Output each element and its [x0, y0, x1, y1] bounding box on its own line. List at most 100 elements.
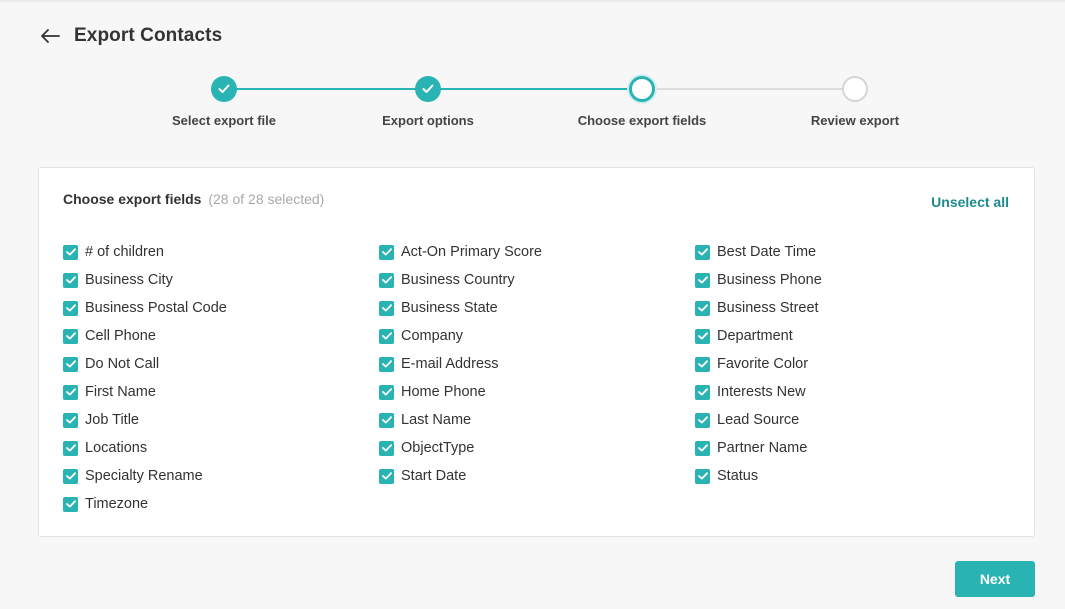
- checkbox-checked-icon[interactable]: [63, 300, 78, 316]
- field-checkbox-item[interactable]: Best Date Time: [695, 242, 816, 262]
- field-label: Business Country: [401, 272, 515, 288]
- field-checkbox-item[interactable]: ObjectType: [379, 438, 474, 458]
- field-checkbox-item[interactable]: Business State: [379, 298, 498, 318]
- checkmark-icon: [218, 84, 230, 93]
- field-checkbox-item[interactable]: Last Name: [379, 410, 471, 430]
- export-fields-panel: Choose export fields (28 of 28 selected)…: [38, 167, 1035, 537]
- field-checkbox-item[interactable]: Business Country: [379, 270, 515, 290]
- field-checkbox-item[interactable]: Status: [695, 466, 758, 486]
- field-checkbox-item[interactable]: First Name: [63, 382, 156, 402]
- field-checkbox-item[interactable]: Locations: [63, 438, 147, 458]
- page-title: Export Contacts: [74, 25, 223, 46]
- field-label: ObjectType: [401, 440, 475, 456]
- checkbox-checked-icon[interactable]: [63, 412, 78, 428]
- field-label: Interests New: [717, 384, 806, 400]
- field-label: E-mail Address: [401, 356, 499, 372]
- field-label: Last Name: [401, 412, 472, 428]
- checkbox-checked-icon[interactable]: [379, 468, 394, 484]
- field-checkbox-item[interactable]: Business Phone: [695, 270, 822, 290]
- checkbox-checked-icon[interactable]: [695, 244, 710, 260]
- field-label: Do Not Call: [85, 356, 160, 372]
- step-export-options[interactable]: Export options: [348, 74, 508, 128]
- field-checkbox-item[interactable]: Business City: [63, 270, 173, 290]
- checkbox-checked-icon[interactable]: [379, 384, 394, 400]
- checkbox-checked-icon[interactable]: [695, 384, 710, 400]
- field-checkbox-item[interactable]: Business Street: [695, 298, 819, 318]
- field-checkbox-item[interactable]: Lead Source: [695, 410, 799, 430]
- field-checkbox-item[interactable]: Favorite Color: [695, 354, 808, 374]
- checkbox-checked-icon[interactable]: [63, 468, 78, 484]
- checkbox-checked-icon[interactable]: [695, 412, 710, 428]
- top-divider: [0, 0, 1065, 2]
- step-review-export: Review export: [775, 74, 935, 128]
- checkbox-checked-icon[interactable]: [63, 496, 78, 512]
- step-label: Review export: [810, 113, 900, 128]
- field-checkbox-item[interactable]: Interests New: [695, 382, 806, 402]
- field-checkbox-item[interactable]: Do Not Call: [63, 354, 159, 374]
- step-pending-indicator: [842, 76, 868, 102]
- checkbox-checked-icon[interactable]: [695, 440, 710, 456]
- field-checkbox-item[interactable]: Department: [695, 326, 793, 346]
- field-label: Act-On Primary Score: [401, 244, 542, 260]
- checkbox-checked-icon[interactable]: [379, 300, 394, 316]
- arrow-left-icon: [41, 29, 60, 43]
- field-label: Status: [717, 468, 759, 484]
- checkbox-checked-icon[interactable]: [695, 328, 710, 344]
- field-label: Company: [401, 328, 464, 344]
- unselect-all-link[interactable]: Unselect all: [931, 194, 1009, 210]
- checkbox-checked-icon[interactable]: [63, 384, 78, 400]
- checkbox-checked-icon[interactable]: [379, 440, 394, 456]
- checkbox-checked-icon[interactable]: [379, 356, 394, 372]
- field-label: Job Title: [85, 412, 139, 428]
- field-label: Specialty Rename: [85, 468, 203, 484]
- field-label: Business Postal Code: [85, 300, 227, 316]
- back-button[interactable]: [38, 24, 62, 48]
- field-label: Timezone: [85, 496, 149, 512]
- field-label: Partner Name: [717, 440, 808, 456]
- field-checkbox-item[interactable]: Start Date: [379, 466, 466, 486]
- checkbox-checked-icon[interactable]: [63, 356, 78, 372]
- step-current-indicator: [629, 76, 655, 102]
- field-checkbox-item[interactable]: Partner Name: [695, 438, 807, 458]
- next-button[interactable]: Next: [955, 561, 1035, 597]
- checkbox-checked-icon[interactable]: [379, 328, 394, 344]
- field-checkbox-item[interactable]: Business Postal Code: [63, 298, 227, 318]
- field-checkbox-item[interactable]: Job Title: [63, 410, 139, 430]
- field-checkbox-item[interactable]: Company: [379, 326, 463, 346]
- checkbox-checked-icon[interactable]: [379, 412, 394, 428]
- field-checkbox-item[interactable]: Specialty Rename: [63, 466, 203, 486]
- field-label: Home Phone: [401, 384, 486, 400]
- field-label: Best Date Time: [717, 244, 817, 260]
- panel-heading: Choose export fields (28 of 28 selected): [63, 191, 324, 207]
- step-complete-indicator: [211, 76, 237, 102]
- field-label: Business Phone: [717, 272, 822, 288]
- step-select-export-file[interactable]: Select export file: [144, 74, 304, 128]
- field-checkbox-item[interactable]: E-mail Address: [379, 354, 499, 374]
- progress-stepper: Select export file Export options Choose…: [0, 74, 1065, 134]
- checkbox-checked-icon[interactable]: [379, 244, 394, 260]
- checkbox-checked-icon[interactable]: [695, 356, 710, 372]
- checkbox-checked-icon[interactable]: [63, 328, 78, 344]
- checkbox-checked-icon[interactable]: [379, 272, 394, 288]
- field-label: Favorite Color: [717, 356, 809, 372]
- field-label: Lead Source: [717, 412, 800, 428]
- checkbox-checked-icon[interactable]: [695, 272, 710, 288]
- field-label: Locations: [85, 440, 148, 456]
- step-complete-indicator: [415, 76, 441, 102]
- checkbox-checked-icon[interactable]: [63, 244, 78, 260]
- field-checkbox-item[interactable]: # of children: [63, 242, 164, 262]
- field-checkbox-item[interactable]: Act-On Primary Score: [379, 242, 542, 262]
- field-checkbox-item[interactable]: Cell Phone: [63, 326, 156, 346]
- checkbox-checked-icon[interactable]: [63, 440, 78, 456]
- field-label: # of children: [85, 244, 164, 260]
- field-checkbox-item[interactable]: Timezone: [63, 494, 148, 514]
- checkbox-checked-icon[interactable]: [695, 300, 710, 316]
- checkbox-checked-icon[interactable]: [63, 272, 78, 288]
- field-label: Business Street: [717, 300, 819, 316]
- step-choose-export-fields: Choose export fields: [562, 74, 722, 128]
- checkbox-checked-icon[interactable]: [695, 468, 710, 484]
- field-label: Cell Phone: [85, 328, 156, 344]
- field-label: Business State: [401, 300, 498, 316]
- field-checkbox-item[interactable]: Home Phone: [379, 382, 486, 402]
- step-label: Export options: [382, 113, 474, 128]
